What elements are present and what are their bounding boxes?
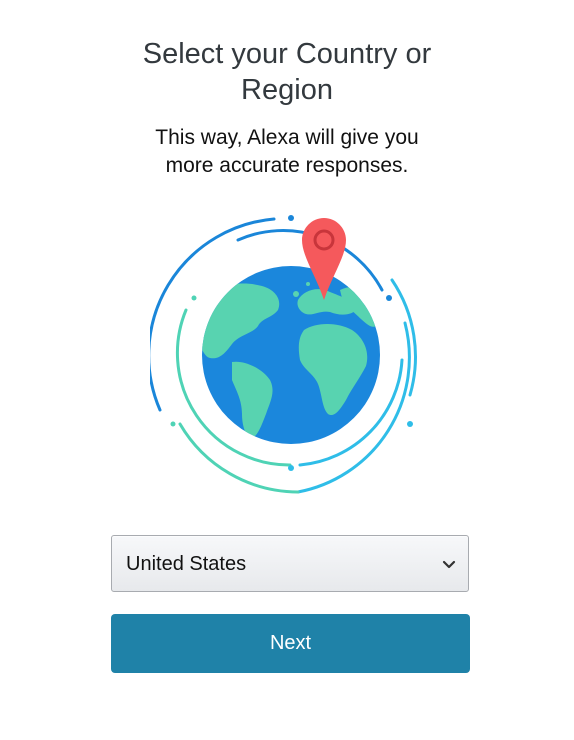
orbit-dot — [288, 465, 294, 471]
country-select-value: United States — [126, 553, 247, 575]
orbit-dot — [288, 215, 294, 221]
outer-ring-cyan-arc — [390, 278, 417, 397]
land-island — [293, 291, 299, 297]
page-subtitle: This way, Alexa will give you more accur… — [0, 124, 574, 180]
orbit-dot — [170, 421, 176, 427]
land-island — [306, 282, 310, 286]
orbit-dot — [386, 295, 392, 301]
page-title: Select your Country or Region — [0, 36, 574, 108]
page-title-line-2: Region — [241, 74, 333, 106]
next-button[interactable]: Next — [111, 614, 470, 673]
page-subtitle-line-1: This way, Alexa will give you — [155, 126, 419, 149]
country-select[interactable]: United States — [111, 535, 469, 592]
globe-location-icon — [150, 215, 417, 494]
orbit-dot — [407, 421, 413, 427]
country-selection-screen: Select your Country or Region This way, … — [0, 0, 574, 740]
page-subtitle-line-2: more accurate responses. — [165, 154, 409, 177]
page-title-line-1: Select your Country or — [142, 38, 432, 70]
land-island — [350, 338, 354, 342]
chevron-down-icon — [442, 560, 456, 569]
orbit-dot — [191, 295, 197, 301]
